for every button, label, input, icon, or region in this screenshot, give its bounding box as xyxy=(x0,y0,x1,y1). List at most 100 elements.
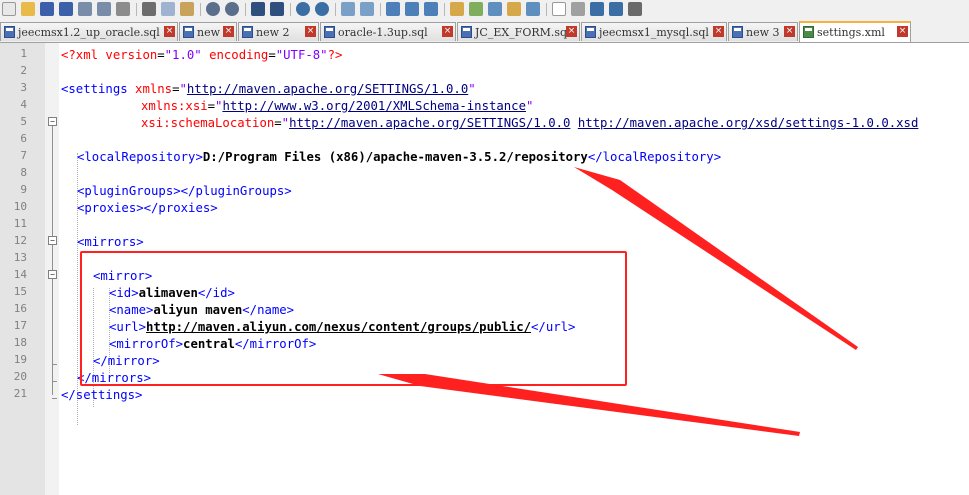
toolbar-separator xyxy=(290,3,291,16)
line-number: 7 xyxy=(20,149,27,162)
save-macro-icon[interactable] xyxy=(628,2,642,16)
fold-toggle-icon[interactable]: − xyxy=(48,270,57,279)
file-icon xyxy=(732,26,743,38)
code-line-3: <settings xmlns="http://maven.apache.org… xyxy=(61,82,476,96)
line-number: 16 xyxy=(13,302,27,315)
sync-scroll-h-icon[interactable] xyxy=(360,2,374,16)
tab-jc-ex-form[interactable]: JC_EX_FORM.sql × xyxy=(457,22,580,41)
close-icon[interactable]: × xyxy=(164,26,175,37)
file-icon xyxy=(461,26,472,38)
fold-end xyxy=(52,364,57,365)
copy-icon[interactable] xyxy=(161,2,175,16)
file-icon xyxy=(183,26,194,38)
close-icon[interactable]: × xyxy=(305,26,316,37)
fold-line xyxy=(52,126,53,395)
toolbar-separator xyxy=(136,3,137,16)
code-line-1: <?xml version="1.0" encoding="UTF-8"?> xyxy=(61,48,343,62)
redo-icon[interactable] xyxy=(225,2,239,16)
tab-jeecmsx1-mysql[interactable]: jeecmsx1_mysql.sql × xyxy=(581,22,727,41)
paste-icon[interactable] xyxy=(180,2,194,16)
toolbar-separator xyxy=(546,3,547,16)
doc-map-icon[interactable] xyxy=(469,2,483,16)
replace-icon[interactable] xyxy=(270,2,284,16)
save-icon[interactable] xyxy=(40,2,54,16)
tab-new-1[interactable]: new 1 × xyxy=(179,22,237,41)
line-number: 14 xyxy=(13,268,27,281)
file-icon xyxy=(4,26,15,38)
file-icon xyxy=(803,26,814,38)
tab-new-3[interactable]: new 3 × xyxy=(728,22,798,41)
line-number: 2 xyxy=(20,64,27,77)
new-file-icon[interactable] xyxy=(2,2,16,16)
toolbar-separator xyxy=(245,3,246,16)
line-number: 4 xyxy=(20,98,27,111)
tab-label: new 2 xyxy=(256,26,290,39)
tab-settings-xml[interactable]: settings.xml × xyxy=(799,21,911,42)
run-macro-multiple-icon[interactable] xyxy=(609,2,623,16)
code-line-21: </settings> xyxy=(61,388,143,402)
line-number: 10 xyxy=(13,200,27,213)
tab-label: jeecmsx1_mysql.sql xyxy=(599,26,709,39)
line-number: 12 xyxy=(13,234,27,247)
line-number: 15 xyxy=(13,285,27,298)
code-line-9: <pluginGroups></pluginGroups> xyxy=(77,184,292,198)
function-list-icon[interactable] xyxy=(488,2,502,16)
close-all-icon[interactable] xyxy=(97,2,111,16)
toolbar-separator xyxy=(380,3,381,16)
monitoring-icon[interactable] xyxy=(526,2,540,16)
line-number: 19 xyxy=(13,353,27,366)
tab-jeecmsx1-2-up-oracle[interactable]: jeecmsx1.2_up_oracle.sql × xyxy=(0,22,178,41)
close-icon[interactable]: × xyxy=(897,26,908,37)
close-icon[interactable]: × xyxy=(442,26,453,37)
line-number: 21 xyxy=(13,387,27,400)
sync-scroll-v-icon[interactable] xyxy=(341,2,355,16)
code-line-7: <localRepository>D:/Program Files (x86)/… xyxy=(77,150,722,164)
print-icon[interactable] xyxy=(116,2,130,16)
line-number: 11 xyxy=(13,217,27,230)
toolbar-separator xyxy=(444,3,445,16)
line-number: 6 xyxy=(20,132,27,145)
open-file-icon[interactable] xyxy=(21,2,35,16)
tab-new-2[interactable]: new 2 × xyxy=(238,22,319,41)
close-icon[interactable]: × xyxy=(784,26,795,37)
toolbar xyxy=(0,0,969,21)
toolbar-separator xyxy=(200,3,201,16)
folder-workspace-icon[interactable] xyxy=(507,2,521,16)
fold-toggle-icon[interactable]: − xyxy=(48,117,57,126)
file-icon xyxy=(324,26,335,38)
tab-oracle-1-3up[interactable]: oracle-1.3up.sql × xyxy=(320,22,456,41)
code-line-5: xsi:schemaLocation="http://maven.apache.… xyxy=(141,116,919,130)
indent-guide-icon[interactable] xyxy=(424,2,438,16)
save-all-icon[interactable] xyxy=(59,2,73,16)
fold-end xyxy=(52,381,57,382)
line-number: 18 xyxy=(13,336,27,349)
record-macro-icon[interactable] xyxy=(552,2,566,16)
cut-icon[interactable] xyxy=(142,2,156,16)
tab-label: JC_EX_FORM.sql xyxy=(475,26,571,39)
user-language-icon[interactable] xyxy=(450,2,464,16)
close-file-icon[interactable] xyxy=(78,2,92,16)
code-line-12: <mirrors> xyxy=(77,235,144,249)
line-number: 3 xyxy=(20,81,27,94)
fold-toggle-icon[interactable]: − xyxy=(48,236,57,245)
close-icon[interactable]: × xyxy=(713,26,724,37)
code-line-10: <proxies></proxies> xyxy=(77,201,218,215)
close-icon[interactable]: × xyxy=(566,26,577,37)
line-number: 13 xyxy=(13,251,27,264)
line-number: 5 xyxy=(20,115,27,128)
close-icon[interactable]: × xyxy=(223,26,234,37)
word-wrap-icon[interactable] xyxy=(386,2,400,16)
show-all-chars-icon[interactable] xyxy=(405,2,419,16)
stop-record-icon[interactable] xyxy=(571,2,585,16)
tab-label: settings.xml xyxy=(817,26,885,39)
undo-icon[interactable] xyxy=(206,2,220,16)
toolbar-separator xyxy=(335,3,336,16)
line-number: 8 xyxy=(20,166,27,179)
code-line-4: xmlns:xsi="http://www.w3.org/2001/XMLSch… xyxy=(141,99,534,113)
file-icon xyxy=(585,26,596,38)
tab-label: new 3 xyxy=(746,26,780,39)
zoom-in-icon[interactable] xyxy=(296,2,310,16)
play-macro-icon[interactable] xyxy=(590,2,604,16)
find-icon[interactable] xyxy=(251,2,265,16)
zoom-out-icon[interactable] xyxy=(315,2,329,16)
